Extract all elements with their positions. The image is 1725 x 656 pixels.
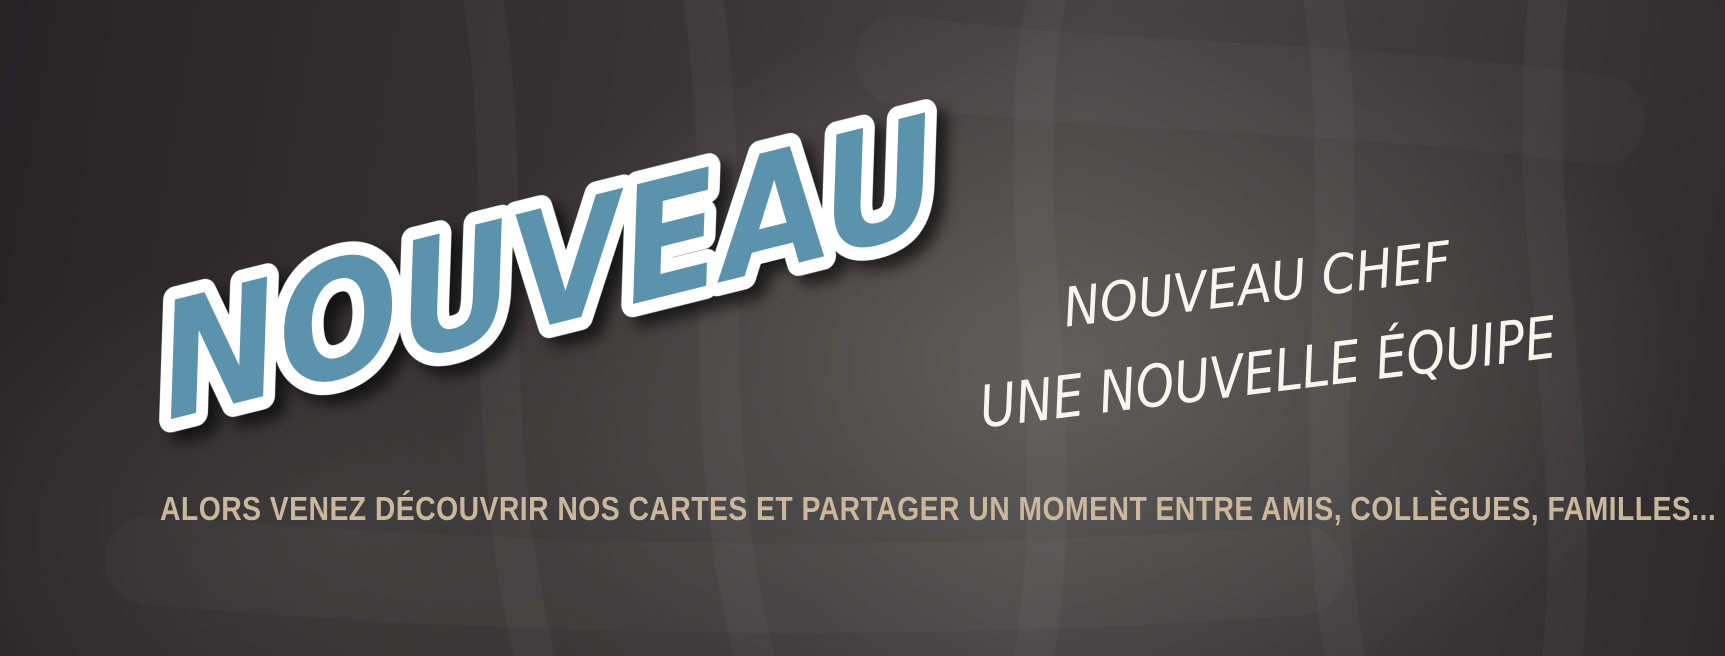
chalkboard-banner: NOUVEAU NOUVEAU NOUVEAU CHEF UNE NOUVELL… [0, 0, 1725, 656]
hero-word-fill: NOUVEAU [148, 81, 950, 457]
hero-word-nouveau: NOUVEAU NOUVEAU [135, 68, 963, 470]
invitation-text: Alors venez découvrir nos cartes et part… [160, 490, 1717, 527]
tagline: NOUVEAU CHEF UNE NOUVELLE ÉQUIPE [958, 229, 1578, 441]
tagline-line-2: UNE NOUVELLE ÉQUIPE [976, 302, 1560, 441]
